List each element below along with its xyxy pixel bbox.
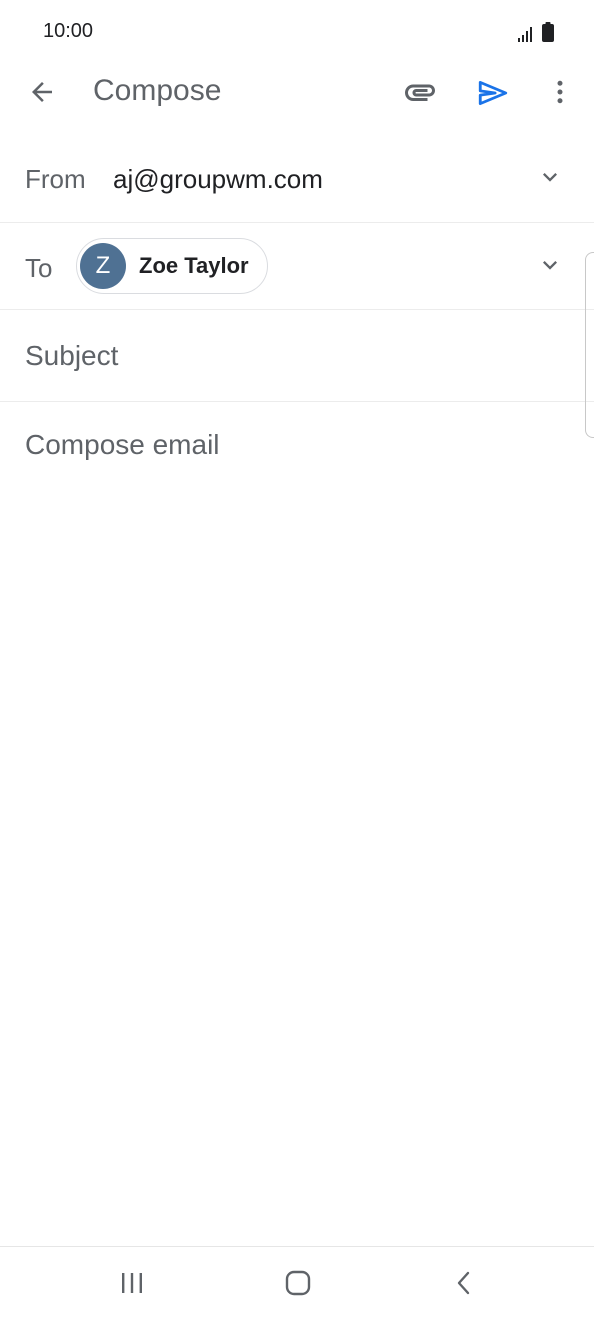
status-icons xyxy=(518,22,554,47)
chevron-down-icon xyxy=(536,251,564,284)
recent-apps-icon xyxy=(118,1271,146,1300)
attach-icon xyxy=(402,74,438,115)
home-button[interactable] xyxy=(276,1265,320,1305)
status-bar: 10:00 xyxy=(0,0,594,64)
system-back-button[interactable] xyxy=(442,1265,486,1305)
chevron-down-icon xyxy=(536,163,564,196)
to-expand-button[interactable] xyxy=(536,253,564,281)
signal-icon xyxy=(518,26,534,47)
app-bar: Compose xyxy=(0,60,594,124)
recent-apps-button[interactable] xyxy=(110,1265,154,1305)
attach-button[interactable] xyxy=(398,72,442,116)
send-icon xyxy=(476,76,510,115)
from-expand-button[interactable] xyxy=(536,165,564,193)
to-row: To Z Zoe Taylor xyxy=(0,223,594,310)
from-address[interactable]: aj@groupwm.com xyxy=(113,164,323,195)
from-label: From xyxy=(25,164,86,194)
more-vert-icon xyxy=(545,77,575,112)
back-button[interactable] xyxy=(20,72,64,116)
page-title: Compose xyxy=(93,74,222,107)
avatar: Z xyxy=(80,243,126,289)
status-time: 10:00 xyxy=(43,20,94,42)
nav-back-icon xyxy=(452,1269,476,1302)
subject-row xyxy=(0,310,594,402)
scroll-indicator[interactable] xyxy=(585,252,594,438)
back-arrow-icon xyxy=(27,77,57,112)
navigation-bar xyxy=(0,1246,594,1321)
compose-body-input[interactable] xyxy=(25,428,565,1208)
more-options-button[interactable] xyxy=(540,72,580,116)
from-row: From aj@groupwm.com xyxy=(0,136,594,223)
recipient-chip[interactable]: Z Zoe Taylor xyxy=(76,238,268,294)
home-icon xyxy=(284,1269,312,1302)
subject-input[interactable] xyxy=(25,338,565,374)
to-label: To xyxy=(25,253,53,283)
recipient-name: Zoe Taylor xyxy=(139,253,249,278)
battery-icon xyxy=(542,22,554,47)
send-button[interactable] xyxy=(470,72,516,118)
